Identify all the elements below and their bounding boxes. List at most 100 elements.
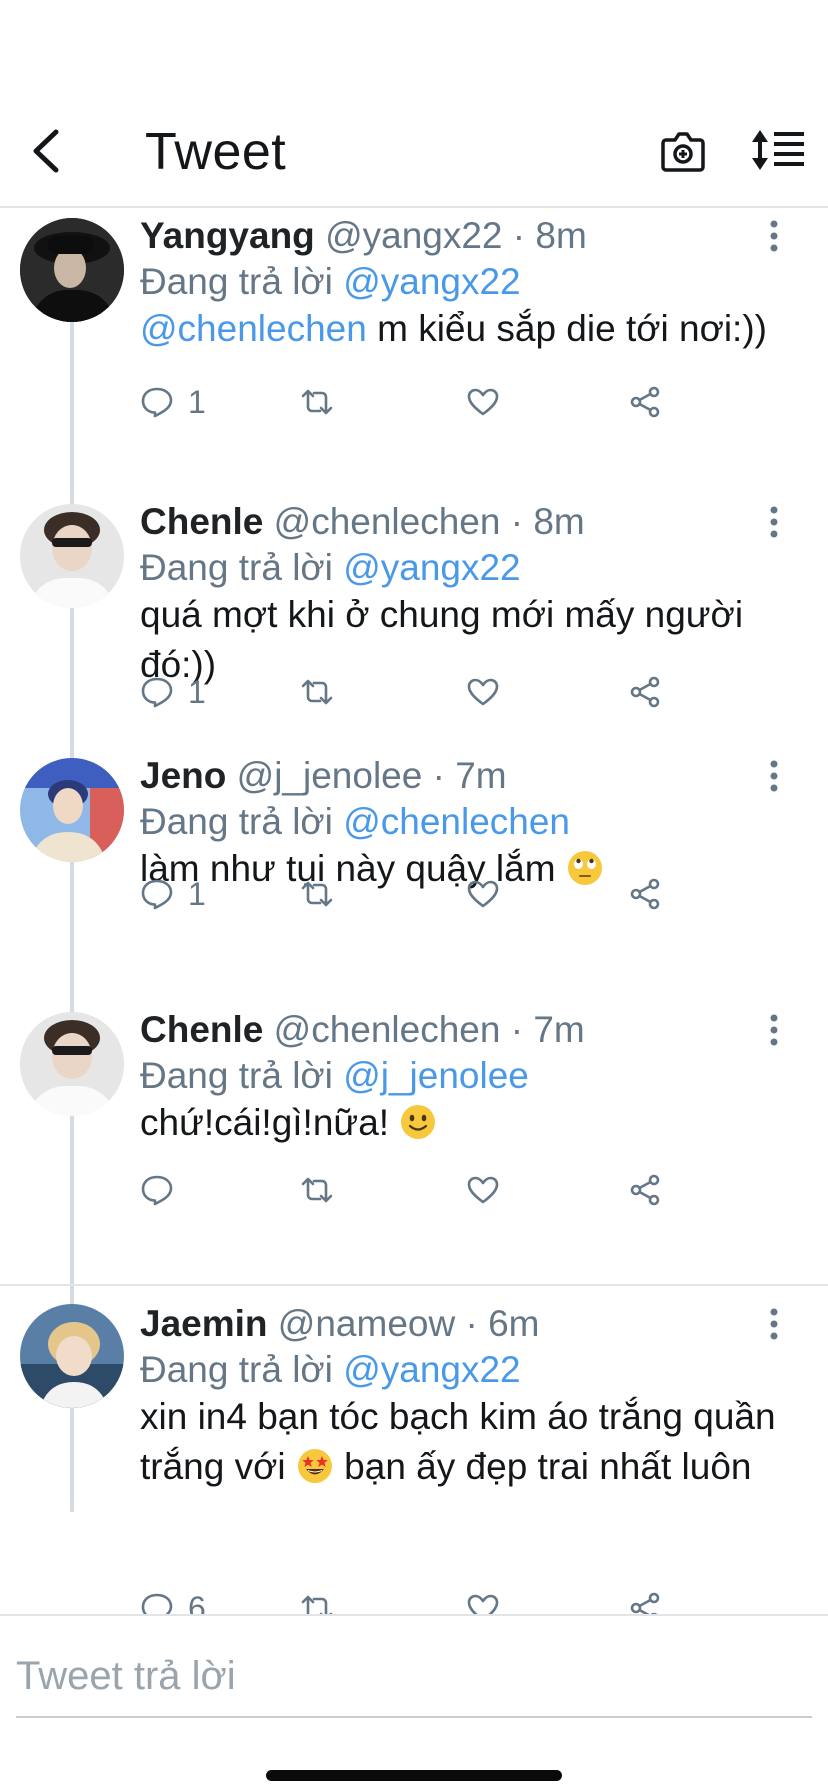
- replying-to-handle[interactable]: @j_jenolee: [343, 1055, 529, 1096]
- tweet-header: Jaemin @nameow · 6m: [140, 1302, 540, 1346]
- retweet-icon: [301, 1177, 333, 1203]
- like-button[interactable]: [466, 1586, 500, 1614]
- author-name[interactable]: Chenle: [140, 1009, 263, 1050]
- reply-composer: [0, 1614, 828, 1792]
- more-options-button[interactable]: [762, 502, 786, 542]
- retweet-button[interactable]: [300, 670, 334, 714]
- share-button[interactable]: [628, 872, 662, 916]
- author-name[interactable]: Yangyang: [140, 215, 315, 256]
- tweet-time: 8m: [533, 501, 585, 542]
- tweet-detail-screen: Tweet Yangyang @yangx22 · 8m Đang trả lờ…: [0, 0, 828, 1792]
- retweet-icon: [301, 389, 333, 415]
- author-handle[interactable]: @chenlechen: [274, 1009, 501, 1050]
- avatar[interactable]: [20, 1304, 124, 1408]
- share-button[interactable]: [628, 1168, 662, 1212]
- replying-to-handle[interactable]: @yangx22: [343, 261, 520, 302]
- heart-icon: [467, 1176, 499, 1204]
- top-bar: Tweet: [0, 0, 828, 208]
- more-options-button[interactable]: [762, 1304, 786, 1344]
- author-name[interactable]: Jeno: [140, 755, 226, 796]
- slight-smile-emoji: [401, 1105, 436, 1139]
- reply-button[interactable]: 1: [140, 872, 206, 916]
- home-indicator[interactable]: [266, 1770, 562, 1781]
- replying-to-label: Đang trả lời: [140, 801, 333, 842]
- heart-icon: [467, 880, 499, 908]
- like-button[interactable]: [466, 670, 500, 714]
- back-button[interactable]: [26, 126, 66, 176]
- avatar[interactable]: [20, 758, 124, 862]
- more-vertical-icon: [770, 1308, 778, 1340]
- reply-bubble-icon: [141, 1175, 173, 1206]
- tweet-header: Yangyang @yangx22 · 8m: [140, 214, 587, 258]
- author-name[interactable]: Jaemin: [140, 1303, 268, 1344]
- reply-count: 1: [188, 673, 206, 710]
- author-handle[interactable]: @j_jenolee: [237, 755, 423, 796]
- avatar[interactable]: [20, 504, 124, 608]
- author-handle[interactable]: @nameow: [278, 1303, 455, 1344]
- tweet-text-continuation: bạn ấy đẹp trai nhất luôn: [333, 1446, 752, 1487]
- heart-icon: [467, 388, 499, 416]
- more-options-button[interactable]: [762, 216, 786, 256]
- avatar[interactable]: [20, 1012, 124, 1116]
- tweet-time: 7m: [533, 1009, 585, 1050]
- reply-input[interactable]: [16, 1640, 810, 1712]
- retweet-button[interactable]: [300, 380, 334, 424]
- tweet-actions: 1: [140, 670, 680, 714]
- retweet-icon: [301, 881, 333, 907]
- mention-link[interactable]: @chenlechen: [140, 308, 367, 349]
- reply-bubble-icon: [141, 1593, 173, 1614]
- reply-thread: Yangyang @yangx22 · 8m Đang trả lời @yan…: [0, 210, 828, 1614]
- more-vertical-icon: [770, 220, 778, 252]
- like-button[interactable]: [466, 872, 500, 916]
- retweet-button[interactable]: [300, 1586, 334, 1614]
- replying-to: Đang trả lời @chenlechen: [140, 800, 570, 844]
- avatar[interactable]: [20, 218, 124, 322]
- star-struck-emoji: [297, 1449, 332, 1483]
- reply-bubble-icon: [141, 387, 173, 418]
- reply-button[interactable]: [140, 1168, 188, 1212]
- retweet-button[interactable]: [300, 1168, 334, 1212]
- tweet-text: @chenlechen m kiểu sắp die tới nơi:)): [140, 304, 800, 354]
- reply-count: 1: [188, 875, 206, 912]
- replying-to: Đang trả lời @j_jenolee: [140, 1054, 529, 1098]
- heart-icon: [467, 678, 499, 706]
- share-button[interactable]: [628, 1586, 662, 1614]
- reply-button[interactable]: 1: [140, 380, 206, 424]
- share-icon: [630, 1592, 660, 1614]
- tweet-item[interactable]: Jeno @j_jenolee · 7m Đang trả lời @chenl…: [0, 754, 828, 1008]
- replying-to-handle[interactable]: @yangx22: [343, 1349, 520, 1390]
- retweet-button[interactable]: [300, 872, 334, 916]
- tweet-item[interactable]: Jaemin @nameow · 6m Đang trả lời @yangx2…: [0, 1302, 828, 1614]
- heart-icon: [467, 1594, 499, 1614]
- tweet-time: 8m: [535, 215, 587, 256]
- replying-to-label: Đang trả lời: [140, 1055, 333, 1096]
- author-handle[interactable]: @yangx22: [325, 215, 502, 256]
- camera-button[interactable]: [660, 128, 706, 174]
- separator-dot: ·: [510, 501, 524, 542]
- share-button[interactable]: [628, 380, 662, 424]
- replying-to: Đang trả lời @yangx22: [140, 1348, 521, 1392]
- reply-button[interactable]: 6: [140, 1586, 206, 1614]
- share-icon: [630, 386, 660, 418]
- like-button[interactable]: [466, 380, 500, 424]
- reply-bubble-icon: [141, 879, 173, 910]
- replying-to: Đang trả lời @yangx22: [140, 546, 521, 590]
- sort-button[interactable]: [752, 128, 806, 172]
- tweet-item[interactable]: Chenle @chenlechen · 8m Đang trả lời @ya…: [0, 500, 828, 754]
- more-options-button[interactable]: [762, 1010, 786, 1050]
- author-name[interactable]: Chenle: [140, 501, 263, 542]
- thread-divider: [0, 1284, 828, 1286]
- author-handle[interactable]: @chenlechen: [274, 501, 501, 542]
- camera-icon: [661, 132, 705, 172]
- share-icon: [630, 878, 660, 910]
- share-button[interactable]: [628, 670, 662, 714]
- like-button[interactable]: [466, 1168, 500, 1212]
- tweet-item[interactable]: Yangyang @yangx22 · 8m Đang trả lời @yan…: [0, 210, 828, 500]
- tweet-time: 6m: [488, 1303, 540, 1344]
- replying-to-handle[interactable]: @yangx22: [343, 547, 520, 588]
- tweet-item[interactable]: Chenle @chenlechen · 7m Đang trả lời @j_…: [0, 1008, 828, 1230]
- reply-button[interactable]: 1: [140, 670, 206, 714]
- tweet-header: Chenle @chenlechen · 7m: [140, 1008, 585, 1052]
- more-options-button[interactable]: [762, 756, 786, 796]
- replying-to-handle[interactable]: @chenlechen: [343, 801, 570, 842]
